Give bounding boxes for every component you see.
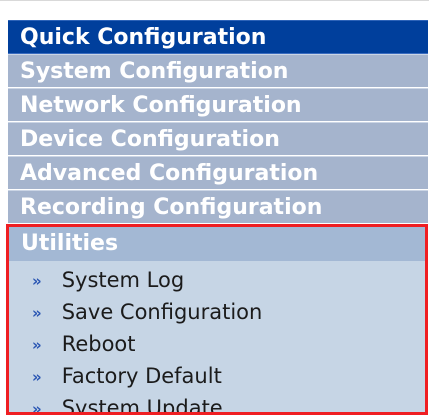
submenu-item-label: System Log — [61, 268, 185, 292]
menu-section-network-configuration[interactable]: Network Configuration — [8, 88, 428, 122]
double-chevron-right-icon: » — [32, 400, 42, 415]
double-chevron-right-icon: » — [32, 336, 42, 354]
menu-section-utilities[interactable]: Utilities — [9, 227, 425, 262]
menu-section-label: Quick Configuration — [20, 25, 267, 50]
menu-section-advanced-configuration[interactable]: Advanced Configuration — [8, 156, 428, 190]
submenu-item-label: Save Configuration — [61, 300, 263, 324]
double-chevron-right-icon: » — [32, 368, 42, 386]
menu-section-label: System Configuration — [20, 59, 289, 84]
submenu-item-label: Reboot — [61, 332, 136, 356]
submenu-item-label: Factory Default — [61, 364, 222, 388]
utilities-highlight-box: Utilities » System Log » Save Configurat… — [6, 224, 428, 415]
submenu-item-system-update[interactable]: » System Update — [9, 392, 425, 415]
submenu-item-factory-default[interactable]: » Factory Default — [9, 360, 425, 392]
menu-section-label: Advanced Configuration — [20, 161, 319, 186]
menu-section-label: Device Configuration — [20, 127, 280, 152]
submenu-item-save-configuration[interactable]: » Save Configuration — [9, 296, 425, 328]
menu-section-system-configuration[interactable]: System Configuration — [8, 54, 428, 88]
top-divider — [0, 0, 429, 8]
utilities-submenu: » System Log » Save Configuration » Rebo… — [9, 262, 425, 415]
utilities-label: Utilities — [21, 231, 119, 256]
submenu-item-system-log[interactable]: » System Log — [9, 264, 425, 296]
submenu-item-reboot[interactable]: » Reboot — [9, 328, 425, 360]
double-chevron-right-icon: » — [32, 272, 42, 290]
configuration-menu: Quick Configuration System Configuration… — [8, 20, 428, 224]
menu-section-label: Recording Configuration — [20, 195, 323, 220]
submenu-item-label: System Update — [61, 396, 223, 415]
menu-section-quick-configuration[interactable]: Quick Configuration — [8, 20, 428, 54]
menu-section-device-configuration[interactable]: Device Configuration — [8, 122, 428, 156]
menu-section-recording-configuration[interactable]: Recording Configuration — [8, 190, 428, 224]
double-chevron-right-icon: » — [32, 304, 42, 322]
menu-section-label: Network Configuration — [20, 93, 302, 118]
